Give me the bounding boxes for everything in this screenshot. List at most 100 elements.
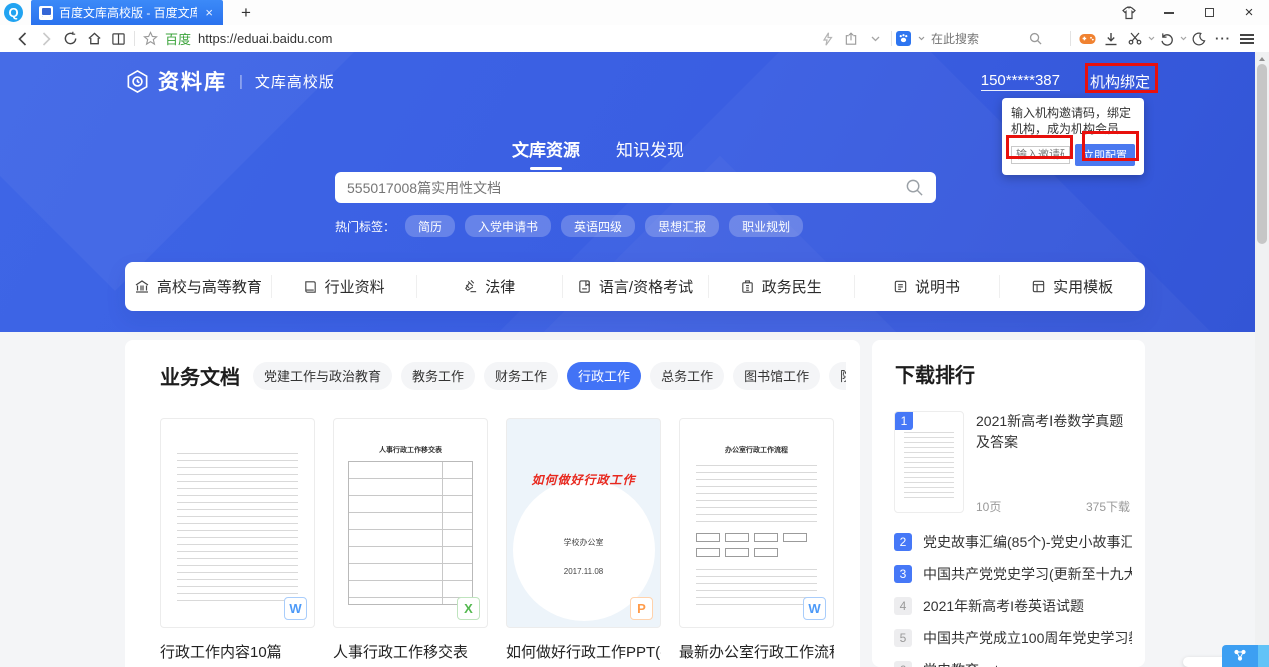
library-cube-icon: [125, 69, 150, 94]
undo-dropdown-icon: [1180, 36, 1187, 41]
ranking-thumbnail: 1: [894, 411, 964, 513]
rank-badge: 3: [894, 565, 912, 583]
main-menu-icon[interactable]: [1235, 28, 1259, 50]
maximize-button[interactable]: [1189, 0, 1229, 25]
baidu-paw-icon[interactable]: [896, 31, 911, 46]
government-building-icon: [740, 279, 755, 294]
filter-finance[interactable]: 财务工作: [484, 362, 558, 390]
word-format-icon: W: [284, 597, 307, 620]
night-mode-icon[interactable]: [1187, 28, 1211, 50]
logo-divider: |: [239, 73, 243, 90]
category-higher-education[interactable]: 高校与高等教育: [125, 262, 271, 311]
certificate-icon: [577, 279, 592, 294]
cluster-icon: [1232, 648, 1248, 663]
rank-badge: 6: [894, 661, 912, 667]
scissors-dropdown-icon: [1148, 36, 1155, 41]
main-search-input[interactable]: [347, 180, 905, 196]
filter-academic-affairs[interactable]: 教务工作: [401, 362, 475, 390]
doc-card[interactable]: W 行政工作内容10篇: [160, 418, 315, 662]
ranking-item-3[interactable]: 3 中国共产党党史学习(更新至十九大): [894, 562, 1132, 586]
floating-helper-button[interactable]: [1222, 645, 1258, 667]
category-practical-templates[interactable]: 实用模板: [999, 262, 1145, 311]
forward-icon[interactable]: [34, 28, 58, 50]
hot-tag[interactable]: 职业规划: [729, 215, 803, 237]
annotation-box-configure-button: [1082, 131, 1139, 161]
quick-search-input[interactable]: [931, 32, 1023, 46]
quick-search-icon: [1029, 32, 1042, 45]
hot-tag[interactable]: 英语四级: [561, 215, 635, 237]
back-icon[interactable]: [10, 28, 34, 50]
category-industry-materials[interactable]: 行业资料: [271, 262, 417, 311]
ranking-item-4[interactable]: 4 2021年新高考I卷英语试题: [894, 594, 1132, 618]
business-docs-panel: 业务文档 党建工作与政治教育 教务工作 财务工作 行政工作 总务工作 图书馆工作…: [125, 340, 860, 667]
flash-icon[interactable]: [815, 28, 839, 50]
site-logo[interactable]: 资料库 | 文库高校版: [125, 66, 335, 96]
annotation-box-invite-input: [1006, 135, 1073, 159]
more-menu-icon[interactable]: ···: [1211, 28, 1235, 50]
annotation-box-bind-button: [1085, 63, 1158, 93]
rank-badge: 1: [895, 412, 913, 430]
ranking-item-1[interactable]: 1 2021新高考Ⅰ卷数学真题及答案 10页 375下载: [894, 411, 1130, 515]
browser-logo-icon[interactable]: Q: [4, 3, 23, 22]
browser-tab-active[interactable]: 百度文库高校版 - 百度文库 ×: [31, 0, 223, 25]
minimize-button[interactable]: [1149, 0, 1189, 25]
category-bar: 高校与高等教育 行业资料 法律 语言/资格考试 政务民生 说明书 实用模板: [125, 262, 1145, 311]
filter-library-work[interactable]: 图书馆工作: [733, 362, 820, 390]
floating-helper-extension[interactable]: [1258, 645, 1269, 667]
new-tab-button[interactable]: +: [235, 3, 257, 23]
doc-thumbnail: 人事行政工作移交表 X: [333, 418, 488, 628]
filter-party-building[interactable]: 党建工作与政治教育: [253, 362, 392, 390]
tab-close-icon[interactable]: ×: [203, 5, 215, 20]
tab-favicon-icon: [39, 6, 53, 20]
main-search-bar[interactable]: [335, 172, 936, 203]
home-icon[interactable]: [82, 28, 106, 50]
undo-history-icon[interactable]: [1155, 28, 1179, 50]
category-government-livelihood[interactable]: 政务民生: [708, 262, 854, 311]
tab-knowledge-discovery[interactable]: 知识发现: [616, 136, 684, 170]
rank-badge: 5: [894, 629, 912, 647]
book-icon: [303, 279, 318, 294]
rank-badge: 4: [894, 597, 912, 615]
edition-label: 文库高校版: [255, 71, 335, 92]
filter-administration[interactable]: 行政工作: [567, 362, 641, 390]
window-close-button[interactable]: ×: [1229, 0, 1269, 25]
excel-format-icon: X: [457, 597, 480, 620]
scrollbar-thumb[interactable]: [1257, 64, 1267, 244]
extensions-chevron-icon[interactable]: [863, 28, 887, 50]
tab-library-resources[interactable]: 文库资源: [512, 136, 580, 170]
page-scrollbar[interactable]: [1255, 52, 1269, 667]
category-manuals[interactable]: 说明书: [854, 262, 1000, 311]
doc-title[interactable]: 如何做好行政工作PPT(共 ...: [506, 641, 661, 662]
browser-skin-icon[interactable]: [1109, 0, 1149, 25]
reading-mode-icon[interactable]: [106, 28, 130, 50]
doc-title[interactable]: 人事行政工作移交表: [333, 641, 488, 662]
doc-thumbnail: W: [160, 418, 315, 628]
site-badge: 百度: [165, 29, 191, 48]
hot-tag[interactable]: 入党申请书: [465, 215, 551, 237]
doc-card[interactable]: 人事行政工作移交表 X 人事行政工作移交表: [333, 418, 488, 662]
quick-search-box[interactable]: [896, 31, 1066, 46]
hot-tag[interactable]: 简历: [405, 215, 455, 237]
account-phone[interactable]: 150*****387: [981, 72, 1060, 91]
address-bar[interactable]: 百度 https://eduai.baidu.com: [143, 29, 332, 48]
screenshot-scissors-icon[interactable]: [1123, 28, 1147, 50]
ranking-item-5[interactable]: 5 中国共产党成立100周年党史学习教育...: [894, 626, 1132, 650]
category-law[interactable]: 法律: [416, 262, 562, 311]
scrollbar-up-icon[interactable]: [1259, 57, 1265, 61]
filter-general-affairs[interactable]: 总务工作: [650, 362, 724, 390]
ranking-item-title[interactable]: 2021新高考Ⅰ卷数学真题及答案: [976, 411, 1130, 453]
doc-title[interactable]: 最新办公室行政工作流程: [679, 641, 834, 662]
doc-card[interactable]: 办公室行政工作流程 W 最新办公室行政工作流程: [679, 418, 834, 662]
ranking-item-6[interactable]: 6 党史教育ppt: [894, 658, 1132, 667]
game-center-icon[interactable]: [1075, 28, 1099, 50]
category-language-certification[interactable]: 语言/资格考试: [562, 262, 708, 311]
ranking-item-2[interactable]: 2 党史故事汇编(85个)-党史小故事汇编: [894, 530, 1132, 554]
hot-tag[interactable]: 思想汇报: [645, 215, 719, 237]
filter-campus-planning[interactable]: 院校规划与建设: [829, 362, 846, 390]
hot-tags-label: 热门标签：: [335, 218, 395, 235]
doc-title[interactable]: 行政工作内容10篇: [160, 641, 315, 662]
refresh-icon[interactable]: [58, 28, 82, 50]
share-icon[interactable]: [839, 28, 863, 50]
download-icon[interactable]: [1099, 28, 1123, 50]
doc-card[interactable]: 如何做好行政工作 学校办公室 2017.11.08 P 如何做好行政工作PPT(…: [506, 418, 661, 662]
